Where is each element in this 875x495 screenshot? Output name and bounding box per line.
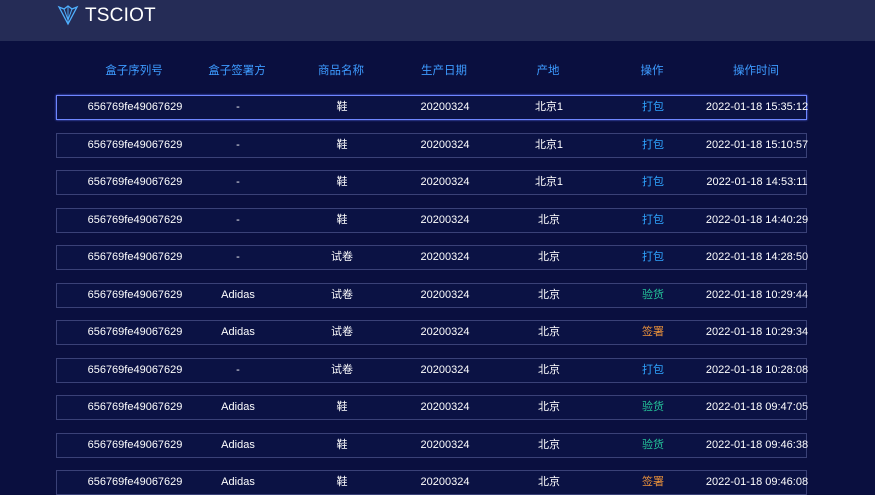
cell-signer: - [236,363,240,376]
cell-date: 20200324 [420,363,470,376]
cell-serial: 656769fe49067629 [87,363,183,376]
cell-origin: 北京 [538,438,560,451]
cell-product: 鞋 [336,138,348,151]
cell-origin: 北京 [538,476,560,488]
cell-time: 2022-01-18 10:29:34 [705,326,809,338]
cell-time: 2022-01-18 10:28:08 [705,363,809,376]
cell-time: 2022-01-18 15:10:57 [705,138,809,151]
cell-serial: 656769fe49067629 [87,476,183,488]
cell-signer: - [236,101,240,113]
cell-serial: 656769fe49067629 [87,438,183,451]
cell-date: 20200324 [420,213,470,226]
shield-leaf-logo-icon [57,5,79,26]
cell-time: 2022-01-18 14:28:50 [705,251,809,263]
cell-serial: 656769fe49067629 [87,176,183,188]
operation-link[interactable]: 打包 [642,96,664,119]
cell-date: 20200324 [420,288,470,301]
operation-link[interactable]: 打包 [642,246,664,269]
table-row[interactable]: 656769fe49067629 Adidas 鞋 20200324 北京 验货 2022-… [56,395,809,420]
cell-product: 鞋 [336,401,348,413]
cell-signer: Adidas [221,438,255,451]
cell-origin: 北京1 [534,101,564,113]
operation-link[interactable]: 验货 [642,396,664,419]
header-serial: 盒子序列号 [105,65,163,77]
cell-product: 鞋 [336,213,348,226]
header-origin: 产地 [536,65,560,77]
cell-time: 2022-01-18 15:35:12 [705,101,809,113]
cell-signer: - [236,251,240,263]
cell-signer: Adidas [221,476,255,488]
cell-serial: 656769fe49067629 [87,213,183,226]
cell-product: 鞋 [336,476,348,488]
header-signer: 盒子签署方 [208,65,266,77]
table-header: 盒子序列号 盒子签署方 商品名称 生产日期 产地 操作 操作时间 [56,62,808,80]
cell-date: 20200324 [420,476,470,488]
cell-date: 20200324 [420,138,470,151]
cell-product: 鞋 [336,176,348,188]
cell-origin: 北京 [538,288,560,301]
cell-product: 试卷 [331,363,353,376]
operation-link[interactable]: 打包 [642,134,664,157]
header-operation: 操作 [640,65,664,77]
cell-time: 2022-01-18 09:46:38 [705,438,809,451]
cell-signer: - [236,213,240,226]
cell-product: 鞋 [336,438,348,451]
table-row[interactable]: 656769fe49067629 - 鞋 20200324 北京 打包 2022-01-18… [56,207,809,233]
operation-link[interactable]: 签署 [642,321,664,344]
cell-signer: - [236,176,240,188]
cell-signer: Adidas [221,326,255,338]
cell-signer: Adidas [221,401,255,413]
table-row[interactable]: 656769fe49067629 - 鞋 20200324 北京1 打包 2022-01-1… [56,95,809,120]
cell-date: 20200324 [420,176,470,188]
cell-time: 2022-01-18 09:47:05 [705,401,809,413]
cell-origin: 北京 [538,401,560,413]
table-row[interactable]: 656769fe49067629 - 鞋 20200324 北京1 打包 2022-01-1… [56,170,808,195]
cell-date: 20200324 [420,251,470,263]
cell-serial: 656769fe49067629 [87,138,183,151]
cell-product: 鞋 [336,101,348,113]
operation-link[interactable]: 验货 [642,284,664,307]
cell-serial: 656769fe49067629 [87,101,183,113]
cell-serial: 656769fe49067629 [87,288,183,301]
table-row[interactable]: 656769fe49067629 - 鞋 20200324 北京1 打包 2022-01-1… [56,132,809,158]
cell-time: 2022-01-18 14:40:29 [705,213,809,226]
cell-product: 试卷 [331,326,353,338]
header-product: 商品名称 [318,65,364,77]
cell-serial: 656769fe49067629 [87,401,183,413]
cell-time: 2022-01-18 09:46:08 [705,476,809,488]
table-row[interactable]: 656769fe49067629 - 试卷 20200324 北京 打包 2022-01-1… [56,357,809,383]
cell-date: 20200324 [420,101,470,113]
cell-serial: 656769fe49067629 [87,326,183,338]
table-row[interactable]: 656769fe49067629 Adidas 鞋 20200324 北京 验货 2022-… [56,432,809,458]
cell-date: 20200324 [420,438,470,451]
cell-origin: 北京 [538,251,560,263]
cell-signer: Adidas [221,288,255,301]
cell-product: 试卷 [331,251,353,263]
cell-date: 20200324 [420,401,470,413]
operation-link[interactable]: 签署 [642,471,664,494]
cell-origin: 北京 [538,363,560,376]
cell-date: 20200324 [420,326,470,338]
cell-signer: - [236,138,240,151]
top-header: TSCIOT [0,0,875,41]
header-operation-time: 操作时间 [733,65,779,77]
table-row[interactable]: 656769fe49067629 Adidas 试卷 20200324 北京 签署 2022… [56,320,809,345]
operation-link[interactable]: 验货 [642,434,664,457]
cell-origin: 北京1 [534,176,564,188]
cell-origin: 北京 [538,326,560,338]
table-row[interactable]: 656769fe49067629 Adidas 试卷 20200324 北京 验货 2022… [56,282,809,308]
cell-origin: 北京 [538,213,560,226]
operation-link[interactable]: 打包 [642,359,664,382]
operation-link[interactable]: 打包 [642,171,664,194]
brand-name: TSCIOT [85,5,156,26]
cell-time: 2022-01-18 14:53:11 [706,176,808,188]
cell-time: 2022-01-18 10:29:44 [705,288,809,301]
cell-product: 试卷 [331,288,353,301]
table-row[interactable]: 656769fe49067629 - 试卷 20200324 北京 打包 2022-01-1… [56,245,809,270]
header-date: 生产日期 [421,65,467,77]
table-row[interactable]: 656769fe49067629 Adidas 鞋 20200324 北京 签署 2022-… [56,470,809,495]
cell-origin: 北京1 [534,138,564,151]
cell-serial: 656769fe49067629 [87,251,183,263]
operation-link[interactable]: 打包 [642,209,664,232]
